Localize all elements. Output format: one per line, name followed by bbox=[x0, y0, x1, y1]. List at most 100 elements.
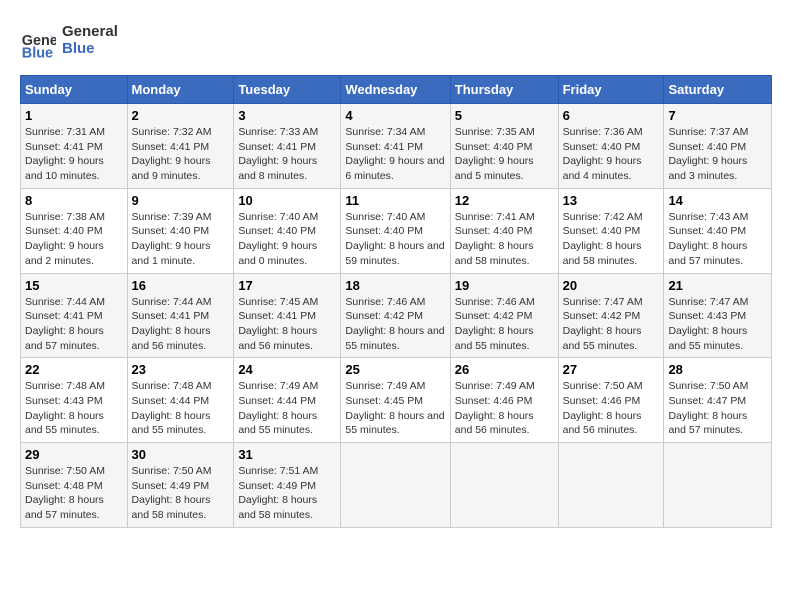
calendar-cell: 10 Sunrise: 7:40 AMSunset: 4:40 PMDayligh… bbox=[234, 188, 341, 273]
calendar-cell bbox=[664, 443, 772, 528]
day-number: 4 bbox=[345, 108, 445, 123]
day-info: Sunrise: 7:36 AMSunset: 4:40 PMDaylight:… bbox=[563, 125, 660, 184]
day-number: 27 bbox=[563, 362, 660, 377]
day-info: Sunrise: 7:45 AMSunset: 4:41 PMDaylight:… bbox=[238, 295, 336, 354]
calendar-cell: 13 Sunrise: 7:42 AMSunset: 4:40 PMDayligh… bbox=[558, 188, 664, 273]
day-number: 29 bbox=[25, 447, 123, 462]
calendar-cell: 8Sunrise: 7:38 AMSunset: 4:40 PMDaylight… bbox=[21, 188, 128, 273]
calendar-cell: 6 Sunrise: 7:36 AMSunset: 4:40 PMDaylight… bbox=[558, 104, 664, 189]
day-info: Sunrise: 7:48 AMSunset: 4:43 PMDaylight:… bbox=[25, 379, 123, 438]
day-number: 23 bbox=[132, 362, 230, 377]
day-number: 14 bbox=[668, 193, 767, 208]
week-row-3: 15 Sunrise: 7:44 AMSunset: 4:41 PMDayligh… bbox=[21, 273, 772, 358]
calendar-cell: 19 Sunrise: 7:46 AMSunset: 4:42 PMDayligh… bbox=[450, 273, 558, 358]
header-row: SundayMondayTuesdayWednesdayThursdayFrid… bbox=[21, 76, 772, 104]
day-info: Sunrise: 7:49 AMSunset: 4:46 PMDaylight:… bbox=[455, 379, 554, 438]
day-number: 15 bbox=[25, 278, 123, 293]
page-header: General Blue General Blue bbox=[20, 20, 772, 65]
week-row-1: 1 Sunrise: 7:31 AMSunset: 4:41 PMDaylight… bbox=[21, 104, 772, 189]
day-info: Sunrise: 7:44 AMSunset: 4:41 PMDaylight:… bbox=[132, 295, 230, 354]
day-number: 17 bbox=[238, 278, 336, 293]
day-number: 3 bbox=[238, 108, 336, 123]
calendar-cell: 2 Sunrise: 7:32 AMSunset: 4:41 PMDaylight… bbox=[127, 104, 234, 189]
calendar-cell: 20 Sunrise: 7:47 AMSunset: 4:42 PMDayligh… bbox=[558, 273, 664, 358]
day-number: 21 bbox=[668, 278, 767, 293]
week-row-4: 22Sunrise: 7:48 AMSunset: 4:43 PMDayligh… bbox=[21, 358, 772, 443]
day-number: 26 bbox=[455, 362, 554, 377]
day-info: Sunrise: 7:32 AMSunset: 4:41 PMDaylight:… bbox=[132, 125, 230, 184]
logo-svg: General Blue bbox=[62, 20, 152, 60]
day-number: 1 bbox=[25, 108, 123, 123]
day-info: Sunrise: 7:48 AMSunset: 4:44 PMDaylight:… bbox=[132, 379, 230, 438]
day-number: 2 bbox=[132, 108, 230, 123]
svg-text:Blue: Blue bbox=[62, 40, 95, 57]
day-info: Sunrise: 7:44 AMSunset: 4:41 PMDaylight:… bbox=[25, 295, 123, 354]
calendar-cell bbox=[450, 443, 558, 528]
day-number: 28 bbox=[668, 362, 767, 377]
day-info: Sunrise: 7:40 AMSunset: 4:40 PMDaylight:… bbox=[345, 210, 445, 269]
day-number: 6 bbox=[563, 108, 660, 123]
calendar-cell: 3 Sunrise: 7:33 AMSunset: 4:41 PMDaylight… bbox=[234, 104, 341, 189]
day-info: Sunrise: 7:47 AMSunset: 4:42 PMDaylight:… bbox=[563, 295, 660, 354]
day-info: Sunrise: 7:50 AMSunset: 4:47 PMDaylight:… bbox=[668, 379, 767, 438]
day-info: Sunrise: 7:40 AMSunset: 4:40 PMDaylight:… bbox=[238, 210, 336, 269]
calendar-cell: 7Sunrise: 7:37 AMSunset: 4:40 PMDaylight… bbox=[664, 104, 772, 189]
day-info: Sunrise: 7:34 AMSunset: 4:41 PMDaylight:… bbox=[345, 125, 445, 184]
calendar-cell: 27 Sunrise: 7:50 AMSunset: 4:46 PMDayligh… bbox=[558, 358, 664, 443]
day-number: 30 bbox=[132, 447, 230, 462]
calendar-cell: 17 Sunrise: 7:45 AMSunset: 4:41 PMDayligh… bbox=[234, 273, 341, 358]
col-header-thursday: Thursday bbox=[450, 76, 558, 104]
calendar-cell: 12Sunrise: 7:41 AMSunset: 4:40 PMDayligh… bbox=[450, 188, 558, 273]
day-info: Sunrise: 7:47 AMSunset: 4:43 PMDaylight:… bbox=[668, 295, 767, 354]
day-info: Sunrise: 7:35 AMSunset: 4:40 PMDaylight:… bbox=[455, 125, 554, 184]
day-number: 12 bbox=[455, 193, 554, 208]
calendar-cell: 31 Sunrise: 7:51 AMSunset: 4:49 PMDayligh… bbox=[234, 443, 341, 528]
day-info: Sunrise: 7:50 AMSunset: 4:49 PMDaylight:… bbox=[132, 464, 230, 523]
day-info: Sunrise: 7:38 AMSunset: 4:40 PMDaylight:… bbox=[25, 210, 123, 269]
day-number: 10 bbox=[238, 193, 336, 208]
day-info: Sunrise: 7:42 AMSunset: 4:40 PMDaylight:… bbox=[563, 210, 660, 269]
day-number: 13 bbox=[563, 193, 660, 208]
day-number: 7 bbox=[668, 108, 767, 123]
day-info: Sunrise: 7:50 AMSunset: 4:46 PMDaylight:… bbox=[563, 379, 660, 438]
calendar-cell: 25Sunrise: 7:49 AMSunset: 4:45 PMDayligh… bbox=[341, 358, 450, 443]
day-number: 31 bbox=[238, 447, 336, 462]
col-header-sunday: Sunday bbox=[21, 76, 128, 104]
calendar-cell: 16 Sunrise: 7:44 AMSunset: 4:41 PMDayligh… bbox=[127, 273, 234, 358]
calendar-cell bbox=[558, 443, 664, 528]
calendar-cell: 23 Sunrise: 7:48 AMSunset: 4:44 PMDayligh… bbox=[127, 358, 234, 443]
week-row-2: 8Sunrise: 7:38 AMSunset: 4:40 PMDaylight… bbox=[21, 188, 772, 273]
day-info: Sunrise: 7:43 AMSunset: 4:40 PMDaylight:… bbox=[668, 210, 767, 269]
col-header-saturday: Saturday bbox=[664, 76, 772, 104]
day-number: 11 bbox=[345, 193, 445, 208]
calendar-cell: 5 Sunrise: 7:35 AMSunset: 4:40 PMDaylight… bbox=[450, 104, 558, 189]
day-number: 5 bbox=[455, 108, 554, 123]
col-header-monday: Monday bbox=[127, 76, 234, 104]
calendar-cell bbox=[341, 443, 450, 528]
day-number: 18 bbox=[345, 278, 445, 293]
day-info: Sunrise: 7:33 AMSunset: 4:41 PMDaylight:… bbox=[238, 125, 336, 184]
logo-icon: General Blue bbox=[20, 25, 56, 61]
day-number: 25 bbox=[345, 362, 445, 377]
calendar-cell: 26 Sunrise: 7:49 AMSunset: 4:46 PMDayligh… bbox=[450, 358, 558, 443]
day-info: Sunrise: 7:46 AMSunset: 4:42 PMDaylight:… bbox=[455, 295, 554, 354]
day-info: Sunrise: 7:31 AMSunset: 4:41 PMDaylight:… bbox=[25, 125, 123, 184]
col-header-wednesday: Wednesday bbox=[341, 76, 450, 104]
calendar-cell: 30 Sunrise: 7:50 AMSunset: 4:49 PMDayligh… bbox=[127, 443, 234, 528]
day-number: 16 bbox=[132, 278, 230, 293]
col-header-friday: Friday bbox=[558, 76, 664, 104]
logo: General Blue General Blue bbox=[20, 20, 152, 65]
calendar-cell: 11 Sunrise: 7:40 AMSunset: 4:40 PMDayligh… bbox=[341, 188, 450, 273]
day-number: 19 bbox=[455, 278, 554, 293]
calendar-cell: 9 Sunrise: 7:39 AMSunset: 4:40 PMDaylight… bbox=[127, 188, 234, 273]
calendar-cell: 15 Sunrise: 7:44 AMSunset: 4:41 PMDayligh… bbox=[21, 273, 128, 358]
day-number: 9 bbox=[132, 193, 230, 208]
day-info: Sunrise: 7:39 AMSunset: 4:40 PMDaylight:… bbox=[132, 210, 230, 269]
calendar-cell: 18Sunrise: 7:46 AMSunset: 4:42 PMDayligh… bbox=[341, 273, 450, 358]
calendar-cell: 22Sunrise: 7:48 AMSunset: 4:43 PMDayligh… bbox=[21, 358, 128, 443]
day-info: Sunrise: 7:51 AMSunset: 4:49 PMDaylight:… bbox=[238, 464, 336, 523]
calendar-cell: 21 Sunrise: 7:47 AMSunset: 4:43 PMDayligh… bbox=[664, 273, 772, 358]
day-number: 20 bbox=[563, 278, 660, 293]
week-row-5: 29Sunrise: 7:50 AMSunset: 4:48 PMDayligh… bbox=[21, 443, 772, 528]
svg-text:Blue: Blue bbox=[22, 45, 53, 61]
